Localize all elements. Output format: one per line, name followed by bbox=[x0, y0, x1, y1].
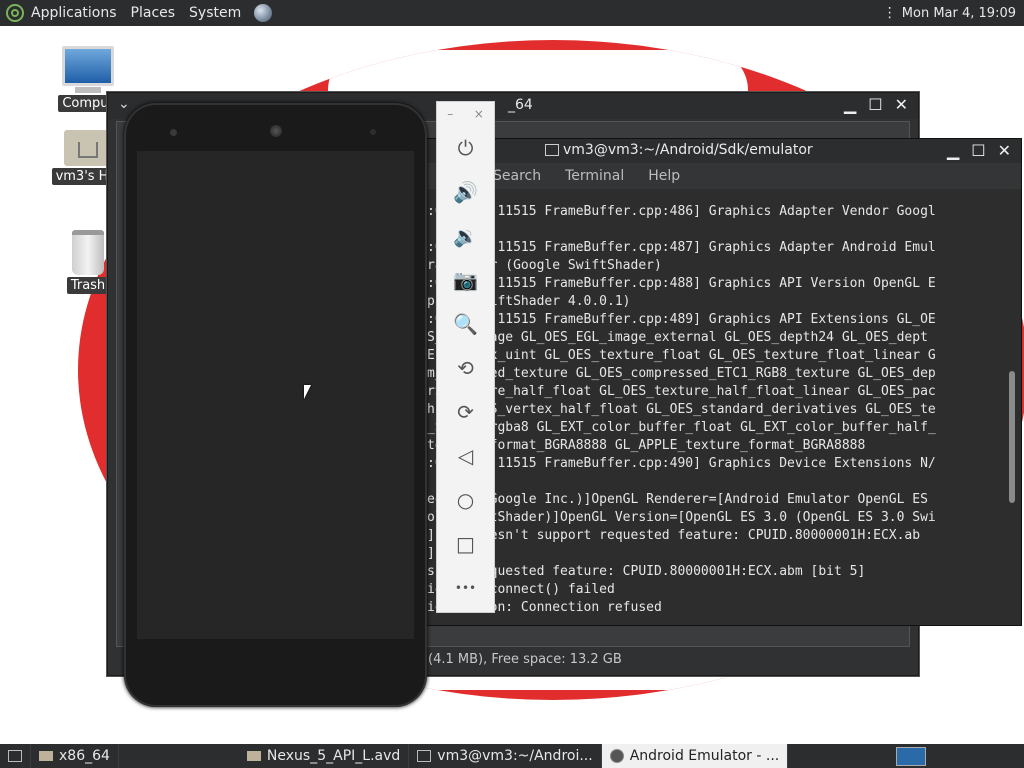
terminal-line: io: Reason: Connection refused bbox=[427, 600, 662, 615]
panel-menu-icon[interactable]: ⋮ bbox=[883, 5, 897, 21]
terminal-menubar: Search Terminal Help bbox=[421, 163, 1021, 189]
menu-help[interactable]: Help bbox=[648, 168, 680, 184]
volume-up-icon[interactable]: 🔊 bbox=[437, 170, 494, 214]
terminal-line: p 3.0 SwiftShader 4.0.0.1) bbox=[427, 294, 631, 309]
rotate-right-icon[interactable]: ⟳ bbox=[437, 390, 494, 434]
emulator-screen[interactable] bbox=[137, 151, 414, 639]
scrollbar-thumb[interactable] bbox=[1009, 371, 1015, 503]
terminal-line: m_paletted_texture GL_OES_compressed_ETC… bbox=[427, 366, 936, 381]
camera-icon[interactable]: 📷 bbox=[437, 258, 494, 302]
home-icon[interactable]: ○ bbox=[437, 478, 494, 522]
terminal-titlebar[interactable]: vm3@vm3:~/Android/Sdk/emulator ▁ ☐ ✕ bbox=[421, 139, 1021, 163]
android-icon bbox=[609, 749, 624, 763]
terminal-line: ]host doesn't support requested feature:… bbox=[427, 528, 921, 543]
proximity-sensor bbox=[370, 129, 376, 135]
taskbar: x86_64 Nexus_5_API_L.avd vm3@vm3:~/Andro… bbox=[0, 744, 1024, 768]
taskbar-item-label: x86_64 bbox=[59, 748, 110, 764]
window-menu-icon[interactable]: ⌄ bbox=[118, 96, 130, 112]
status-bar-text: (4.1 MB), Free space: 13.2 GB bbox=[428, 652, 622, 667]
terminal-line: eoogle (Google Inc.)]OpenGL Renderer=[An… bbox=[427, 492, 928, 507]
terminal-window[interactable]: vm3@vm3:~/Android/Sdk/emulator ▁ ☐ ✕ Sea… bbox=[420, 138, 1022, 626]
terminal-icon bbox=[545, 144, 559, 156]
clock[interactable]: Mon Mar 4, 19:09 bbox=[902, 6, 1016, 21]
terminal-icon bbox=[417, 750, 432, 762]
panel-right: ⋮ Mon Mar 4, 19:09 bbox=[883, 0, 1016, 26]
terminal-line: :06361 11515 FrameBuffer.cpp:486] Graphi… bbox=[427, 204, 936, 219]
minimize-button[interactable]: ▁ bbox=[947, 141, 959, 160]
emulator-toolbar: – × ⏻ 🔊 🔉 📷 🔍 ⟲ ⟳ ◁ ○ □ ••• bbox=[436, 101, 495, 613]
minimize-button[interactable]: ▁ bbox=[844, 95, 856, 114]
power-icon[interactable]: ⏻ bbox=[437, 126, 494, 170]
terminal-text: :06361 11515 FrameBuffer.cpp:486] Graphi… bbox=[421, 189, 1021, 617]
toolbar-close-button[interactable]: × bbox=[474, 107, 484, 121]
terminal-title: vm3@vm3:~/Android/Sdk/emulator bbox=[563, 142, 813, 158]
toolbar-minimize-button[interactable]: – bbox=[447, 107, 453, 121]
taskbar-item-android-emulator[interactable]: Android Emulator - ... bbox=[601, 744, 789, 768]
terminal-line: ] bbox=[427, 546, 435, 561]
maximize-button[interactable]: ☐ bbox=[971, 141, 985, 160]
terminal-line: rS_texture_half_float GL_OES_texture_hal… bbox=[427, 384, 936, 399]
terminal-line: S_EGL_image GL_OES_EGL_image_external GL… bbox=[427, 330, 928, 345]
terminal-line: _S_rgb8_rgba8 GL_EXT_color_buffer_float … bbox=[427, 420, 936, 435]
home-folder-icon bbox=[64, 130, 108, 166]
terminal-line: :06429 11515 FrameBuffer.cpp:490] Graphi… bbox=[427, 456, 936, 471]
menu-system[interactable]: System bbox=[182, 5, 248, 21]
overview-icon[interactable]: □ bbox=[437, 522, 494, 566]
folder-icon bbox=[246, 751, 261, 761]
more-icon[interactable]: ••• bbox=[437, 566, 494, 610]
taskbar-item-label: Android Emulator - ... bbox=[629, 748, 780, 764]
window-title: _64 bbox=[508, 97, 533, 113]
volume-down-icon[interactable]: 🔉 bbox=[437, 214, 494, 258]
menu-places[interactable]: Places bbox=[124, 5, 183, 21]
menu-search[interactable]: Search bbox=[493, 168, 541, 184]
earpiece-speaker bbox=[270, 125, 282, 137]
terminal-line: :06409 11515 FrameBuffer.cpp:488] Graphi… bbox=[427, 276, 936, 291]
show-desktop-button[interactable] bbox=[0, 744, 31, 768]
desktop-icon-label: Trash bbox=[66, 277, 110, 294]
close-button[interactable]: ✕ bbox=[895, 95, 908, 114]
back-icon[interactable]: ◁ bbox=[437, 434, 494, 478]
taskbar-item-x86_64[interactable]: x86_64 bbox=[31, 744, 119, 768]
top-menu: Applications Places System bbox=[24, 0, 248, 26]
terminal-line: :06403 11515 FrameBuffer.cpp:487] Graphi… bbox=[427, 240, 936, 255]
terminal-line: ole SwiftShader)]OpenGL Version=[OpenGL … bbox=[427, 510, 936, 525]
terminal-line: :06413 11515 FrameBuffer.cpp:489] Graphi… bbox=[427, 312, 936, 327]
taskbar-item-label: vm3@vm3:~/Androi... bbox=[437, 748, 593, 764]
terminal-line: iontext_connect() failed bbox=[427, 582, 615, 597]
terminal-line: h. GL_OES_vertex_half_float GL_OES_stand… bbox=[427, 402, 936, 417]
computer-icon bbox=[62, 46, 114, 86]
taskbar-item-terminal[interactable]: vm3@vm3:~/Androi... bbox=[409, 744, 602, 768]
taskbar-item-nexus-avd[interactable]: Nexus_5_API_L.avd bbox=[239, 744, 410, 768]
workspace-switcher[interactable] bbox=[896, 747, 926, 766]
close-button[interactable]: ✕ bbox=[998, 141, 1011, 160]
front-camera bbox=[170, 129, 177, 136]
terminal-line: ranslator (Google SwiftShader) bbox=[427, 258, 662, 273]
rotate-left-icon[interactable]: ⟲ bbox=[437, 346, 494, 390]
taskbar-item-label: Nexus_5_API_L.avd bbox=[266, 748, 401, 764]
menu-terminal[interactable]: Terminal bbox=[565, 168, 624, 184]
terminal-line: sport requested feature: CPUID.80000001H… bbox=[427, 564, 866, 579]
folder-icon bbox=[39, 751, 53, 761]
emulator-phone-frame bbox=[124, 103, 427, 707]
menu-applications[interactable]: Applications bbox=[24, 5, 124, 21]
terminal-line: Ent_index_uint GL_OES_texture_float GL_O… bbox=[427, 348, 936, 363]
web-browser-icon[interactable] bbox=[254, 4, 273, 22]
show-desktop-icon bbox=[8, 750, 22, 762]
terminal-line: texture_format_BGRA8888 GL_APPLE_texture… bbox=[427, 438, 866, 453]
terminal-output[interactable]: :06361 11515 FrameBuffer.cpp:486] Graphi… bbox=[421, 189, 1021, 625]
distro-logo-icon[interactable] bbox=[6, 4, 24, 22]
maximize-button[interactable]: ☐ bbox=[868, 95, 882, 114]
mouse-cursor bbox=[304, 385, 311, 399]
zoom-icon[interactable]: 🔍 bbox=[437, 302, 494, 346]
top-panel: Applications Places System ⋮ Mon Mar 4, … bbox=[0, 0, 1024, 26]
trash-icon bbox=[72, 230, 104, 275]
